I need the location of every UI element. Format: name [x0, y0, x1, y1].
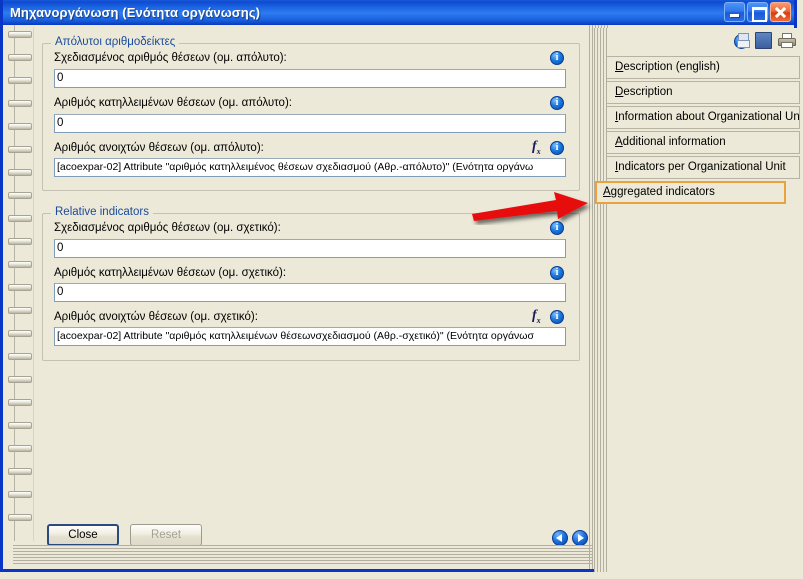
spiral-ring	[8, 422, 32, 429]
spiral-ring	[8, 376, 32, 383]
info-icon-planned-positions-relative[interactable]: i	[550, 221, 564, 235]
tab-description[interactable]: Description	[607, 81, 800, 104]
spiral-ring	[8, 468, 32, 475]
spiral-ring	[8, 399, 32, 406]
group-relative-indicators-title: Relative indicators	[51, 206, 153, 218]
desktop-background	[0, 573, 803, 579]
screenshot-root: Μηχανοργάνωση (Ενότητα οργάνωσης) Απόλυτ…	[0, 0, 803, 579]
tab-information-about-organizational-unit[interactable]: Information about Organizational Unit	[607, 106, 800, 129]
tab-indicators-per-organizational-unit[interactable]: Indicators per Organizational Unit	[607, 156, 800, 179]
maximize-button[interactable]	[747, 2, 768, 22]
function-icon-open-positions-relative[interactable]: fx	[532, 308, 541, 325]
tab-label: nformation about Organizational Unit	[618, 111, 800, 123]
spiral-ring	[8, 238, 32, 245]
spiral-ring	[8, 77, 32, 84]
info-icon-occupied-positions-relative[interactable]: i	[550, 266, 564, 280]
spiral-ring	[8, 445, 32, 452]
spiral-ring	[8, 123, 32, 130]
input-occupied-positions-absolute[interactable]: 0	[54, 114, 566, 133]
spiral-ring	[8, 307, 32, 314]
spiral-ring	[8, 192, 32, 199]
close-window-button[interactable]	[770, 2, 791, 22]
label-open-positions-relative: Αριθμός ανοιχτών θέσεων (ομ. σχετικό):	[54, 311, 258, 323]
tab-label: escription	[623, 86, 673, 98]
tab-description-english[interactable]: Description (english)	[607, 56, 800, 79]
spiral-ring	[8, 330, 32, 337]
info-icon-open-positions-relative[interactable]: i	[550, 310, 564, 324]
info-icon-open-positions-absolute[interactable]: i	[550, 141, 564, 155]
info-icon-planned-positions-absolute[interactable]: i	[550, 51, 564, 65]
label-open-positions-absolute: Αριθμός ανοιχτών θέσεων (ομ. απόλυτο):	[54, 142, 264, 154]
spiral-ring	[8, 514, 32, 521]
label-occupied-positions-relative: Αριθμός κατηλλειμένων θέσεων (ομ. σχετικ…	[54, 267, 287, 279]
label-planned-positions-absolute: Σχεδιασμένος αριθμός θέσεων (ομ. απόλυτο…	[54, 52, 287, 64]
spiral-ring	[8, 169, 32, 176]
input-open-positions-relative[interactable]: [acoexpar-02] Attribute "αριθμός κατηλλε…	[54, 327, 566, 346]
tab-toolbar: i	[734, 32, 796, 49]
tab-accelerator: A	[603, 186, 611, 198]
tab-additional-information[interactable]: Additional information	[607, 131, 800, 154]
title-bar: Μηχανοργάνωση (Ενότητα οργάνωσης)	[3, 0, 794, 25]
spiral-ring	[8, 353, 32, 360]
tab-label: dditional information	[622, 136, 726, 148]
tab-label: ndicators per Organizational Unit	[618, 161, 786, 173]
window-title: Μηχανοργάνωση (Ενότητα οργάνωσης)	[10, 5, 261, 20]
tab-panel: i Description (english)DescriptionInform…	[594, 28, 800, 572]
spiral-ring	[8, 100, 32, 107]
spiral-ring	[8, 284, 32, 291]
group-absolute-indicators-title: Απόλυτοι αριθμοδείκτες	[51, 36, 180, 48]
label-occupied-positions-absolute: Αριθμός κατηλλειμένων θέσεων (ομ. απόλυτ…	[54, 97, 292, 109]
print-icon[interactable]	[778, 33, 796, 49]
minimize-button[interactable]	[724, 2, 745, 22]
page-edges-bottom	[13, 543, 593, 569]
spiral-ring	[8, 31, 32, 38]
tab-list: Description (english) Description Informat…	[594, 56, 800, 206]
spiral-ring	[8, 261, 32, 268]
spiral-ring	[8, 491, 32, 498]
spiral-binding	[3, 25, 33, 541]
form-page: Απόλυτοι αριθμοδείκτες Σχεδιασμένος αριθ…	[33, 27, 588, 546]
save-icon[interactable]	[755, 32, 772, 49]
input-planned-positions-absolute[interactable]: 0	[54, 69, 566, 88]
tab-label: ggregated indicators	[610, 186, 715, 198]
window-controls	[724, 2, 791, 22]
input-occupied-positions-relative[interactable]: 0	[54, 283, 566, 302]
label-planned-positions-relative: Σχεδιασμένος αριθμός θέσεων (ομ. σχετικό…	[54, 222, 281, 234]
tab-aggregated-indicators[interactable]: Aggregated indicators	[595, 181, 786, 204]
input-open-positions-absolute[interactable]: [acoexpar-02] Attribute "αριθμός κατηλλε…	[54, 158, 566, 177]
spiral-ring	[8, 215, 32, 222]
spiral-ring	[8, 146, 32, 153]
tab-accelerator: A	[615, 136, 623, 148]
spiral-ring	[8, 54, 32, 61]
function-icon-open-positions-absolute[interactable]: fx	[532, 139, 541, 156]
info-icon-occupied-positions-absolute[interactable]: i	[550, 96, 564, 110]
input-planned-positions-relative[interactable]: 0	[54, 239, 566, 258]
tab-label: escription (english)	[623, 61, 720, 73]
